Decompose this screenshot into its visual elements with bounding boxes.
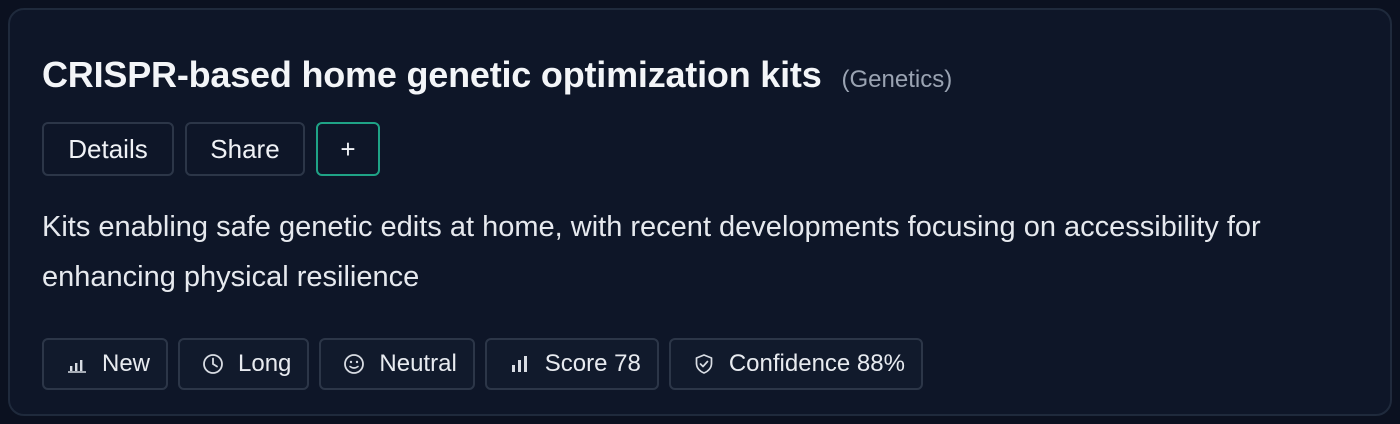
- card-header: CRISPR-based home genetic optimization k…: [42, 54, 952, 96]
- trend-card: CRISPR-based home genetic optimization k…: [8, 8, 1392, 416]
- add-button[interactable]: +: [316, 122, 380, 176]
- smiley-icon: [341, 351, 367, 377]
- card-title: CRISPR-based home genetic optimization k…: [42, 54, 822, 95]
- tag-confidence: Confidence 88%: [668, 338, 923, 390]
- tag-label: Score 78: [544, 350, 641, 377]
- shield-check-icon: [691, 351, 717, 377]
- tag-label: Long: [238, 350, 292, 377]
- tag-label: Neutral: [379, 350, 457, 377]
- tag-label: New: [102, 350, 151, 377]
- card-description: Kits enabling safe genetic edits at home…: [42, 211, 1261, 293]
- tag-list: New Long Neutral Score 78 Confidence 88%: [42, 338, 923, 390]
- action-bar: Details Share +: [42, 122, 380, 176]
- clock-icon: [200, 351, 226, 377]
- tag-sentiment: Neutral: [319, 338, 475, 390]
- tag-score: Score 78: [484, 338, 659, 390]
- bar-chart-icon: [64, 351, 90, 377]
- tag-status: New: [42, 338, 169, 390]
- tag-horizon: Long: [178, 338, 310, 390]
- category-label: (Genetics): [841, 66, 953, 93]
- signal-bars-icon: [507, 351, 533, 377]
- share-button[interactable]: Share: [185, 122, 305, 176]
- details-button[interactable]: Details: [42, 122, 174, 176]
- tag-label: Confidence 88%: [728, 350, 905, 377]
